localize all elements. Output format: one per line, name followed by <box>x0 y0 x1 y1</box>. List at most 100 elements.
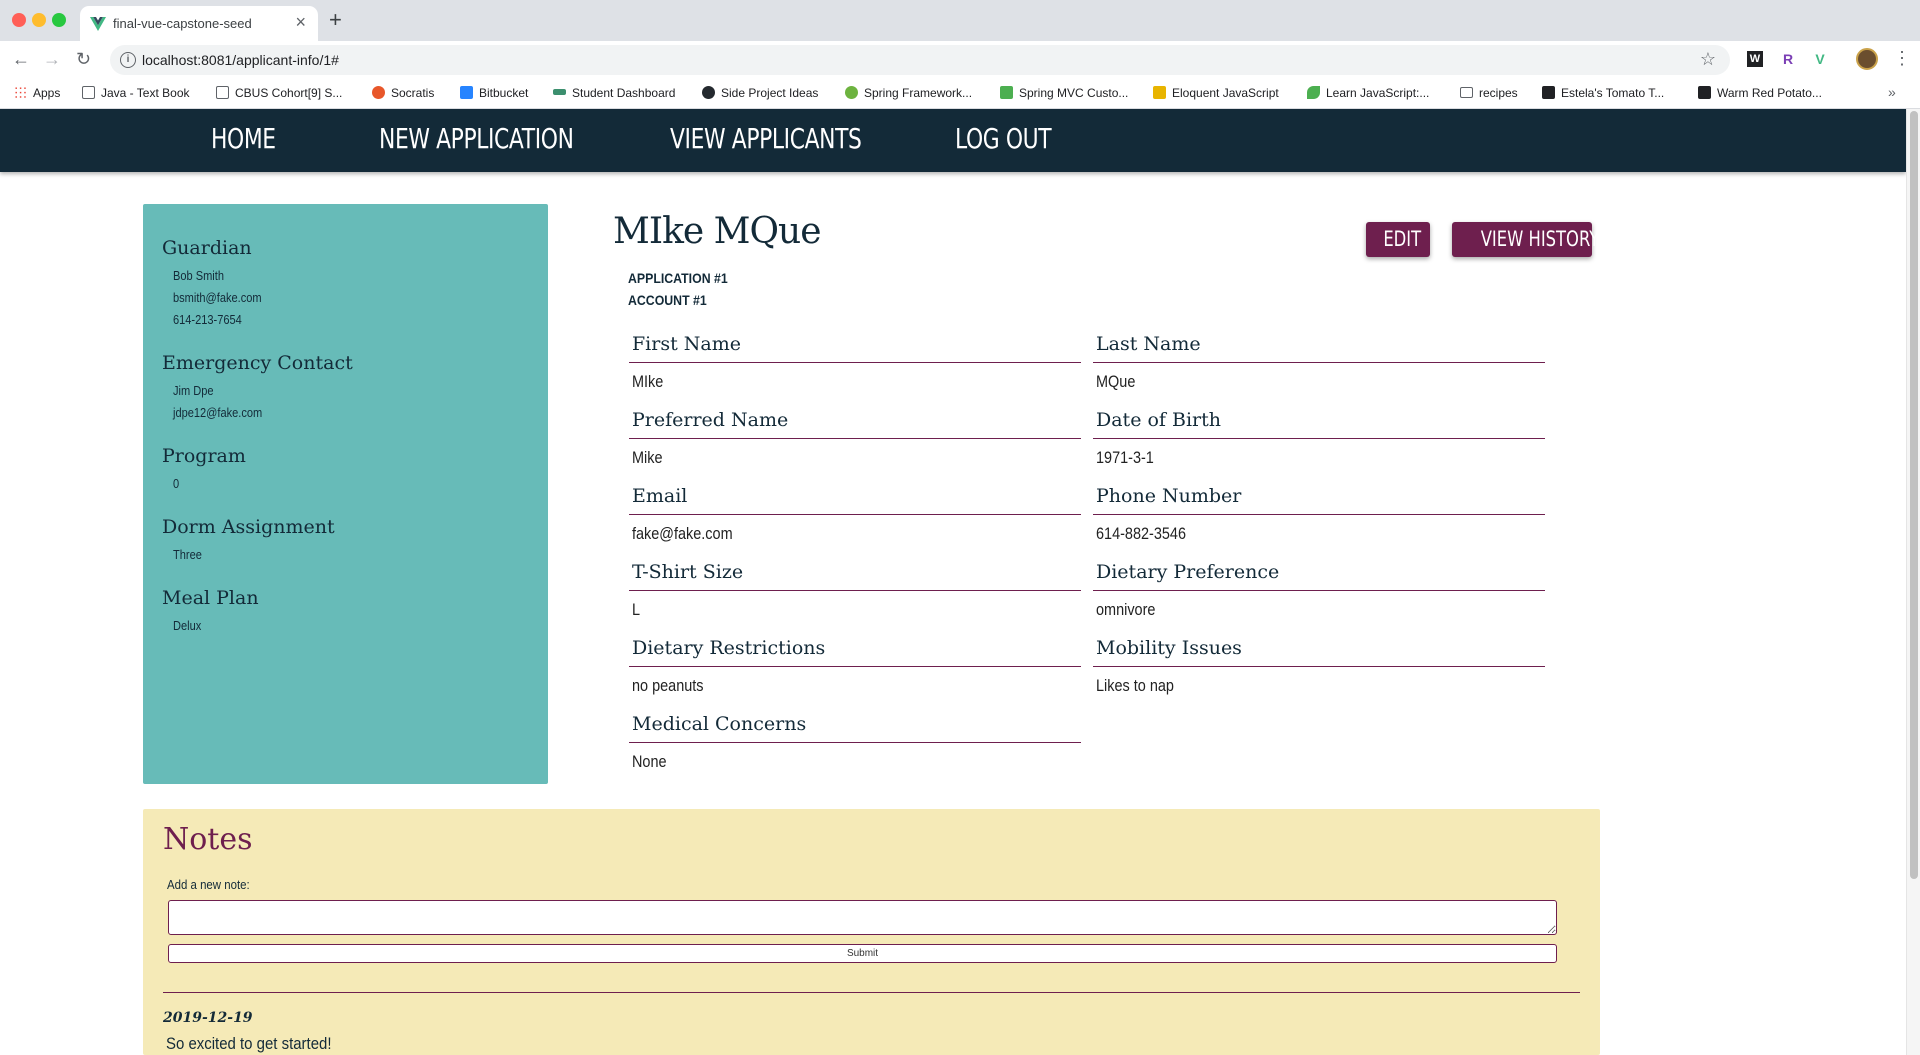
tshirt-size-value: L <box>632 600 641 619</box>
account-number: ACCOUNT #1 <box>628 292 707 308</box>
tshirt-size-divider <box>629 590 1081 591</box>
emergency-contact-email: jdpe12@fake.com <box>173 405 263 420</box>
nav-new-application[interactable]: NEW APPLICATION <box>379 122 574 155</box>
extension-w-icon[interactable]: W <box>1747 51 1763 67</box>
notes-divider <box>163 992 1580 993</box>
bookmark-student-dashboard[interactable]: Student Dashboard <box>553 86 675 100</box>
browser-tabstrip: final-vue-capstone-seed × + <box>0 0 1920 41</box>
dietary-preference-label: Dietary Preference <box>1096 561 1280 583</box>
vue-logo-icon <box>90 17 106 31</box>
nav-home[interactable]: HOME <box>211 122 276 155</box>
app-navbar: HOME NEW APPLICATION VIEW APPLICANTS LOG… <box>0 109 1906 172</box>
add-note-label: Add a new note: <box>167 877 250 892</box>
phone-number-value: 614-882-3546 <box>1096 524 1186 543</box>
bookmark-spring-framework[interactable]: Spring Framework... <box>845 86 972 100</box>
page-viewport: HOME NEW APPLICATION VIEW APPLICANTS LOG… <box>0 109 1906 1055</box>
bookmark-star-icon[interactable]: ☆ <box>1700 49 1716 70</box>
bookmark-spring-mvc[interactable]: Spring MVC Custo... <box>1000 86 1128 100</box>
bookmark-apps[interactable]: Apps <box>14 86 60 100</box>
tab-title: final-vue-capstone-seed <box>113 16 252 31</box>
new-tab-button[interactable]: + <box>329 9 342 31</box>
trello-icon <box>216 86 229 99</box>
first-name-divider <box>629 362 1081 363</box>
site-info-icon[interactable]: i <box>120 52 136 68</box>
browser-tab[interactable]: final-vue-capstone-seed × <box>80 6 318 41</box>
mobility-issues-label: Mobility Issues <box>1096 637 1242 659</box>
guardian-phone: 614-213-7654 <box>173 312 242 327</box>
dietary-preference-value: omnivore <box>1096 600 1156 619</box>
bookmark-cbus-cohort[interactable]: CBUS Cohort[9] S... <box>216 86 342 100</box>
spring-icon <box>845 86 858 99</box>
submit-note-button[interactable]: Submit <box>168 944 1557 963</box>
tab-close-icon[interactable]: × <box>295 13 306 31</box>
bookmark-recipes[interactable]: recipes <box>1460 86 1518 100</box>
last-name-value: MQue <box>1096 372 1136 391</box>
browser-toolbar: ← → ↻ i localhost:8081/applicant-info/1#… <box>0 41 1920 79</box>
bookmark-socratis[interactable]: Socratis <box>372 86 434 100</box>
dietary-restrictions-value: no peanuts <box>632 676 704 695</box>
phone-number-label: Phone Number <box>1096 485 1242 507</box>
address-bar[interactable]: i localhost:8081/applicant-info/1# ☆ <box>110 45 1730 75</box>
ejs-icon <box>1153 86 1166 99</box>
medical-concerns-label: Medical Concerns <box>632 713 807 735</box>
minimize-window-button[interactable] <box>32 13 46 27</box>
browser-menu-icon[interactable]: ⋮ <box>1893 48 1911 69</box>
address-url[interactable]: localhost:8081/applicant-info/1# <box>142 52 339 68</box>
view-history-button[interactable]: VIEW HISTORY <box>1452 222 1599 257</box>
extension-r-icon[interactable]: R <box>1778 49 1798 69</box>
bookmark-learn-javascript[interactable]: Learn JavaScript:... <box>1307 86 1429 100</box>
reload-icon[interactable]: ↻ <box>76 48 91 70</box>
back-arrow-icon[interactable]: ← <box>12 48 30 70</box>
bookmark-warm-red-potato[interactable]: Warm Red Potato... <box>1698 86 1822 100</box>
last-name-label: Last Name <box>1096 333 1201 355</box>
applicant-name-title: MIke MQue <box>613 211 822 252</box>
medical-concerns-value: None <box>632 752 667 771</box>
profile-avatar[interactable] <box>1856 48 1878 70</box>
page-scrollbar[interactable] <box>1906 109 1920 1055</box>
dorm-assignment-heading: Dorm Assignment <box>162 516 335 538</box>
application-number: APPLICATION #1 <box>628 270 728 286</box>
s-icon <box>1698 86 1711 99</box>
date-of-birth-value: 1971-3-1 <box>1096 448 1154 467</box>
preferred-name-value: Mike <box>632 448 663 467</box>
book-icon <box>82 86 95 99</box>
vue-devtools-icon[interactable]: V <box>1810 49 1830 69</box>
notes-title: Notes <box>163 822 253 857</box>
bookmark-eloquent-javascript[interactable]: Eloquent JavaScript <box>1153 86 1279 100</box>
s-icon <box>1542 86 1555 99</box>
close-window-button[interactable] <box>12 13 26 27</box>
bookmark-side-project-ideas[interactable]: Side Project Ideas <box>702 86 818 100</box>
nav-view-applicants[interactable]: VIEW APPLICANTS <box>670 122 862 155</box>
bookmark-java-text-book[interactable]: Java - Text Book <box>82 86 190 100</box>
nav-log-out[interactable]: LOG OUT <box>955 122 1052 155</box>
folder-icon <box>1460 87 1473 98</box>
guardian-email: bsmith@fake.com <box>173 290 262 305</box>
emergency-contact-name: Jim Dpe <box>173 383 214 398</box>
maximize-window-button[interactable] <box>52 13 66 27</box>
forward-arrow-icon[interactable]: → <box>43 48 61 70</box>
bookmarks-overflow-icon[interactable]: » <box>1888 84 1896 100</box>
note-text: So excited to get started! <box>166 1034 332 1053</box>
email-divider <box>629 514 1081 515</box>
medical-concerns-divider <box>629 742 1081 743</box>
dorm-assignment-value: Three <box>173 547 202 562</box>
socratis-icon <box>372 86 385 99</box>
bookmarks-bar: Apps Java - Text Book CBUS Cohort[9] S..… <box>0 79 1920 109</box>
note-input[interactable] <box>168 900 1557 935</box>
email-label: Email <box>632 485 688 507</box>
bookmark-bitbucket[interactable]: Bitbucket <box>460 86 528 100</box>
edit-button[interactable]: EDIT <box>1366 222 1430 257</box>
date-of-birth-label: Date of Birth <box>1096 409 1221 431</box>
tshirt-size-label: T-Shirt Size <box>632 561 744 583</box>
learn-js-icon <box>1307 86 1320 99</box>
scrollbar-thumb[interactable] <box>1910 111 1918 879</box>
emergency-contact-heading: Emergency Contact <box>162 352 353 374</box>
first-name-label: First Name <box>632 333 741 355</box>
bookmark-estelas-tomato[interactable]: Estela's Tomato T... <box>1542 86 1664 100</box>
meal-plan-value: Delux <box>173 618 202 633</box>
guardian-name: Bob Smith <box>173 268 224 283</box>
email-value: fake@fake.com <box>632 524 733 543</box>
applicant-sidebar: Guardian Bob Smith bsmith@fake.com 614-2… <box>143 204 548 784</box>
mobility-issues-divider <box>1093 666 1545 667</box>
first-name-value: MIke <box>632 372 664 391</box>
